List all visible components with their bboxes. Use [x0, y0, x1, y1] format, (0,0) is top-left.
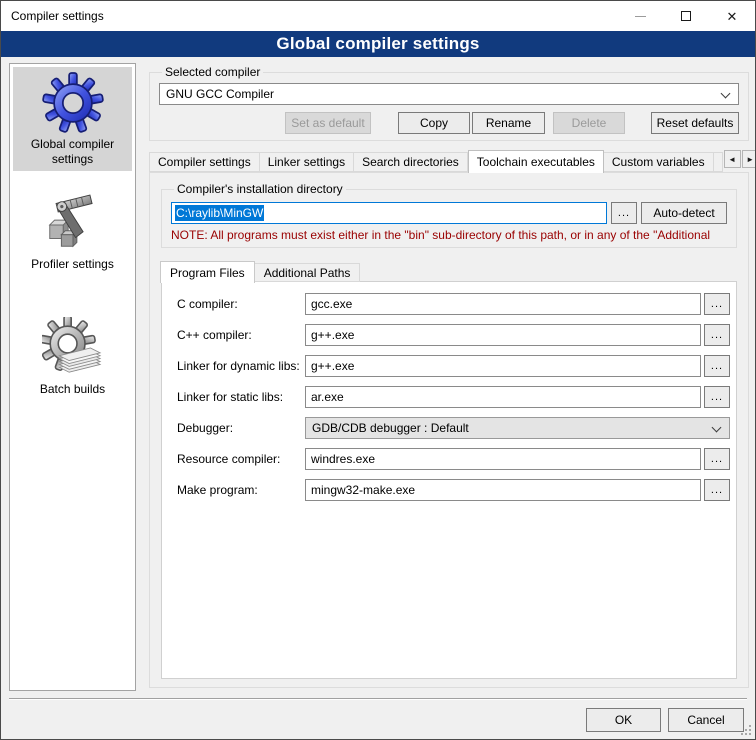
- sidebar-item-label: Batch builds: [15, 382, 130, 397]
- gear-stack-icon: [42, 317, 104, 379]
- rename-button[interactable]: Rename: [472, 112, 545, 134]
- sidebar-item-label: Global compiler settings: [15, 137, 130, 167]
- window-controls: ✕: [617, 1, 755, 31]
- linker-dynamic-input[interactable]: [305, 355, 701, 377]
- field-label: Linker for dynamic libs:: [177, 359, 305, 373]
- field-row-resource-compiler: Resource compiler: ...: [177, 448, 730, 470]
- resize-grip[interactable]: [740, 724, 752, 736]
- auto-detect-button[interactable]: Auto-detect: [641, 202, 727, 224]
- tab-search-directories[interactable]: Search directories: [354, 152, 468, 172]
- browse-button[interactable]: ...: [704, 479, 730, 501]
- reset-defaults-button[interactable]: Reset defaults: [651, 112, 739, 134]
- sidebar-item-label: Profiler settings: [15, 257, 130, 272]
- browse-button[interactable]: ...: [704, 355, 730, 377]
- dialog-header: Global compiler settings: [1, 31, 755, 57]
- selected-compiler-group: Selected compiler GNU GCC Compiler Set a…: [149, 65, 749, 141]
- program-files-tabs: Program Files Additional Paths: [161, 260, 360, 282]
- cancel-button[interactable]: Cancel: [668, 708, 744, 732]
- resource-compiler-input[interactable]: [305, 448, 701, 470]
- field-row-linker-dynamic: Linker for dynamic libs: ...: [177, 355, 730, 377]
- sidebar-item-global-compiler-settings[interactable]: Global compiler settings: [13, 67, 132, 171]
- browse-button[interactable]: ...: [704, 448, 730, 470]
- make-program-input[interactable]: [305, 479, 701, 501]
- minimize-button[interactable]: [617, 1, 663, 31]
- footer-separator: [9, 698, 747, 700]
- field-row-c-compiler: C compiler: ...: [177, 293, 730, 315]
- blue-gear-icon: [42, 72, 104, 134]
- field-label: Linker for static libs:: [177, 390, 305, 404]
- field-label: Resource compiler:: [177, 452, 305, 466]
- field-label: C compiler:: [177, 297, 305, 311]
- arrow-left-icon: ◄: [728, 155, 736, 164]
- field-label: C++ compiler:: [177, 328, 305, 342]
- close-button[interactable]: ✕: [709, 1, 755, 31]
- arrow-right-icon: ►: [746, 155, 754, 164]
- installation-directory-legend: Compiler's installation directory: [174, 182, 346, 196]
- chevron-down-icon: [721, 89, 731, 99]
- toolchain-executables-page: Compiler's installation directory C:\ray…: [149, 172, 749, 688]
- close-icon: ✕: [727, 10, 738, 23]
- tab-scroll-left-button[interactable]: ◄: [724, 150, 741, 168]
- browse-button[interactable]: ...: [704, 324, 730, 346]
- browse-button[interactable]: ...: [704, 293, 730, 315]
- program-files-page: C compiler: ... C++ compiler: ... Linker…: [161, 281, 737, 679]
- sidebar-item-batch-builds[interactable]: Batch builds: [13, 312, 132, 401]
- page-title: Global compiler settings: [276, 34, 479, 54]
- tab-compiler-settings[interactable]: Compiler settings: [149, 152, 260, 172]
- install-dir-input[interactable]: C:\raylib\MinGW: [171, 202, 607, 224]
- compiler-buttons-row: Set as default Copy Rename Delete Reset …: [159, 112, 739, 134]
- field-row-make-program: Make program: ...: [177, 479, 730, 501]
- field-row-debugger: Debugger: GDB/CDB debugger : Default: [177, 417, 730, 439]
- c-compiler-input[interactable]: [305, 293, 701, 315]
- title-bar: Compiler settings ✕: [1, 1, 755, 31]
- install-dir-browse-button[interactable]: ...: [611, 202, 637, 224]
- subtab-additional-paths[interactable]: Additional Paths: [254, 263, 361, 282]
- installation-directory-group: Compiler's installation directory C:\ray…: [161, 182, 737, 248]
- compiler-settings-dialog: Compiler settings ✕ Global compiler sett…: [0, 0, 756, 740]
- debugger-select[interactable]: GDB/CDB debugger : Default: [305, 417, 730, 439]
- tab-build-options-clipped[interactable]: Builc: [714, 152, 723, 172]
- note-text: NOTE: All programs must exist either in …: [171, 228, 727, 242]
- tab-linker-settings[interactable]: Linker settings: [260, 152, 354, 172]
- delete-button[interactable]: Delete: [553, 112, 625, 134]
- maximize-button[interactable]: [663, 1, 709, 31]
- settings-tabs: Compiler settings Linker settings Search…: [149, 149, 749, 172]
- maximize-icon: [681, 11, 691, 21]
- installation-directory-row: C:\raylib\MinGW ... Auto-detect: [171, 202, 727, 224]
- set-as-default-button[interactable]: Set as default: [285, 112, 371, 134]
- debugger-select-value: GDB/CDB debugger : Default: [312, 421, 469, 435]
- tab-scroll-arrows: ◄ ►: [723, 150, 756, 168]
- chevron-down-icon: [712, 423, 722, 433]
- tab-toolchain-executables[interactable]: Toolchain executables: [468, 150, 604, 173]
- window-title: Compiler settings: [11, 9, 104, 23]
- compiler-select-value: GNU GCC Compiler: [166, 87, 274, 101]
- field-row-cpp-compiler: C++ compiler: ...: [177, 324, 730, 346]
- install-dir-value: C:\raylib\MinGW: [175, 205, 264, 221]
- field-label: Debugger:: [177, 421, 305, 435]
- sidebar-item-profiler-settings[interactable]: Profiler settings: [13, 187, 132, 276]
- tab-custom-variables[interactable]: Custom variables: [604, 152, 714, 172]
- linker-static-input[interactable]: [305, 386, 701, 408]
- compiler-select[interactable]: GNU GCC Compiler: [159, 83, 739, 105]
- ok-button[interactable]: OK: [586, 708, 661, 732]
- copy-button[interactable]: Copy: [398, 112, 470, 134]
- field-label: Make program:: [177, 483, 305, 497]
- tab-scroll-right-button[interactable]: ►: [742, 150, 756, 168]
- browse-button[interactable]: ...: [704, 386, 730, 408]
- field-row-linker-static: Linker for static libs: ...: [177, 386, 730, 408]
- selected-compiler-legend: Selected compiler: [162, 65, 263, 79]
- cpp-compiler-input[interactable]: [305, 324, 701, 346]
- caliper-icon: [42, 192, 104, 254]
- minimize-icon: [635, 16, 646, 17]
- settings-category-list: Global compiler settings: [9, 63, 136, 691]
- subtab-program-files[interactable]: Program Files: [160, 261, 255, 283]
